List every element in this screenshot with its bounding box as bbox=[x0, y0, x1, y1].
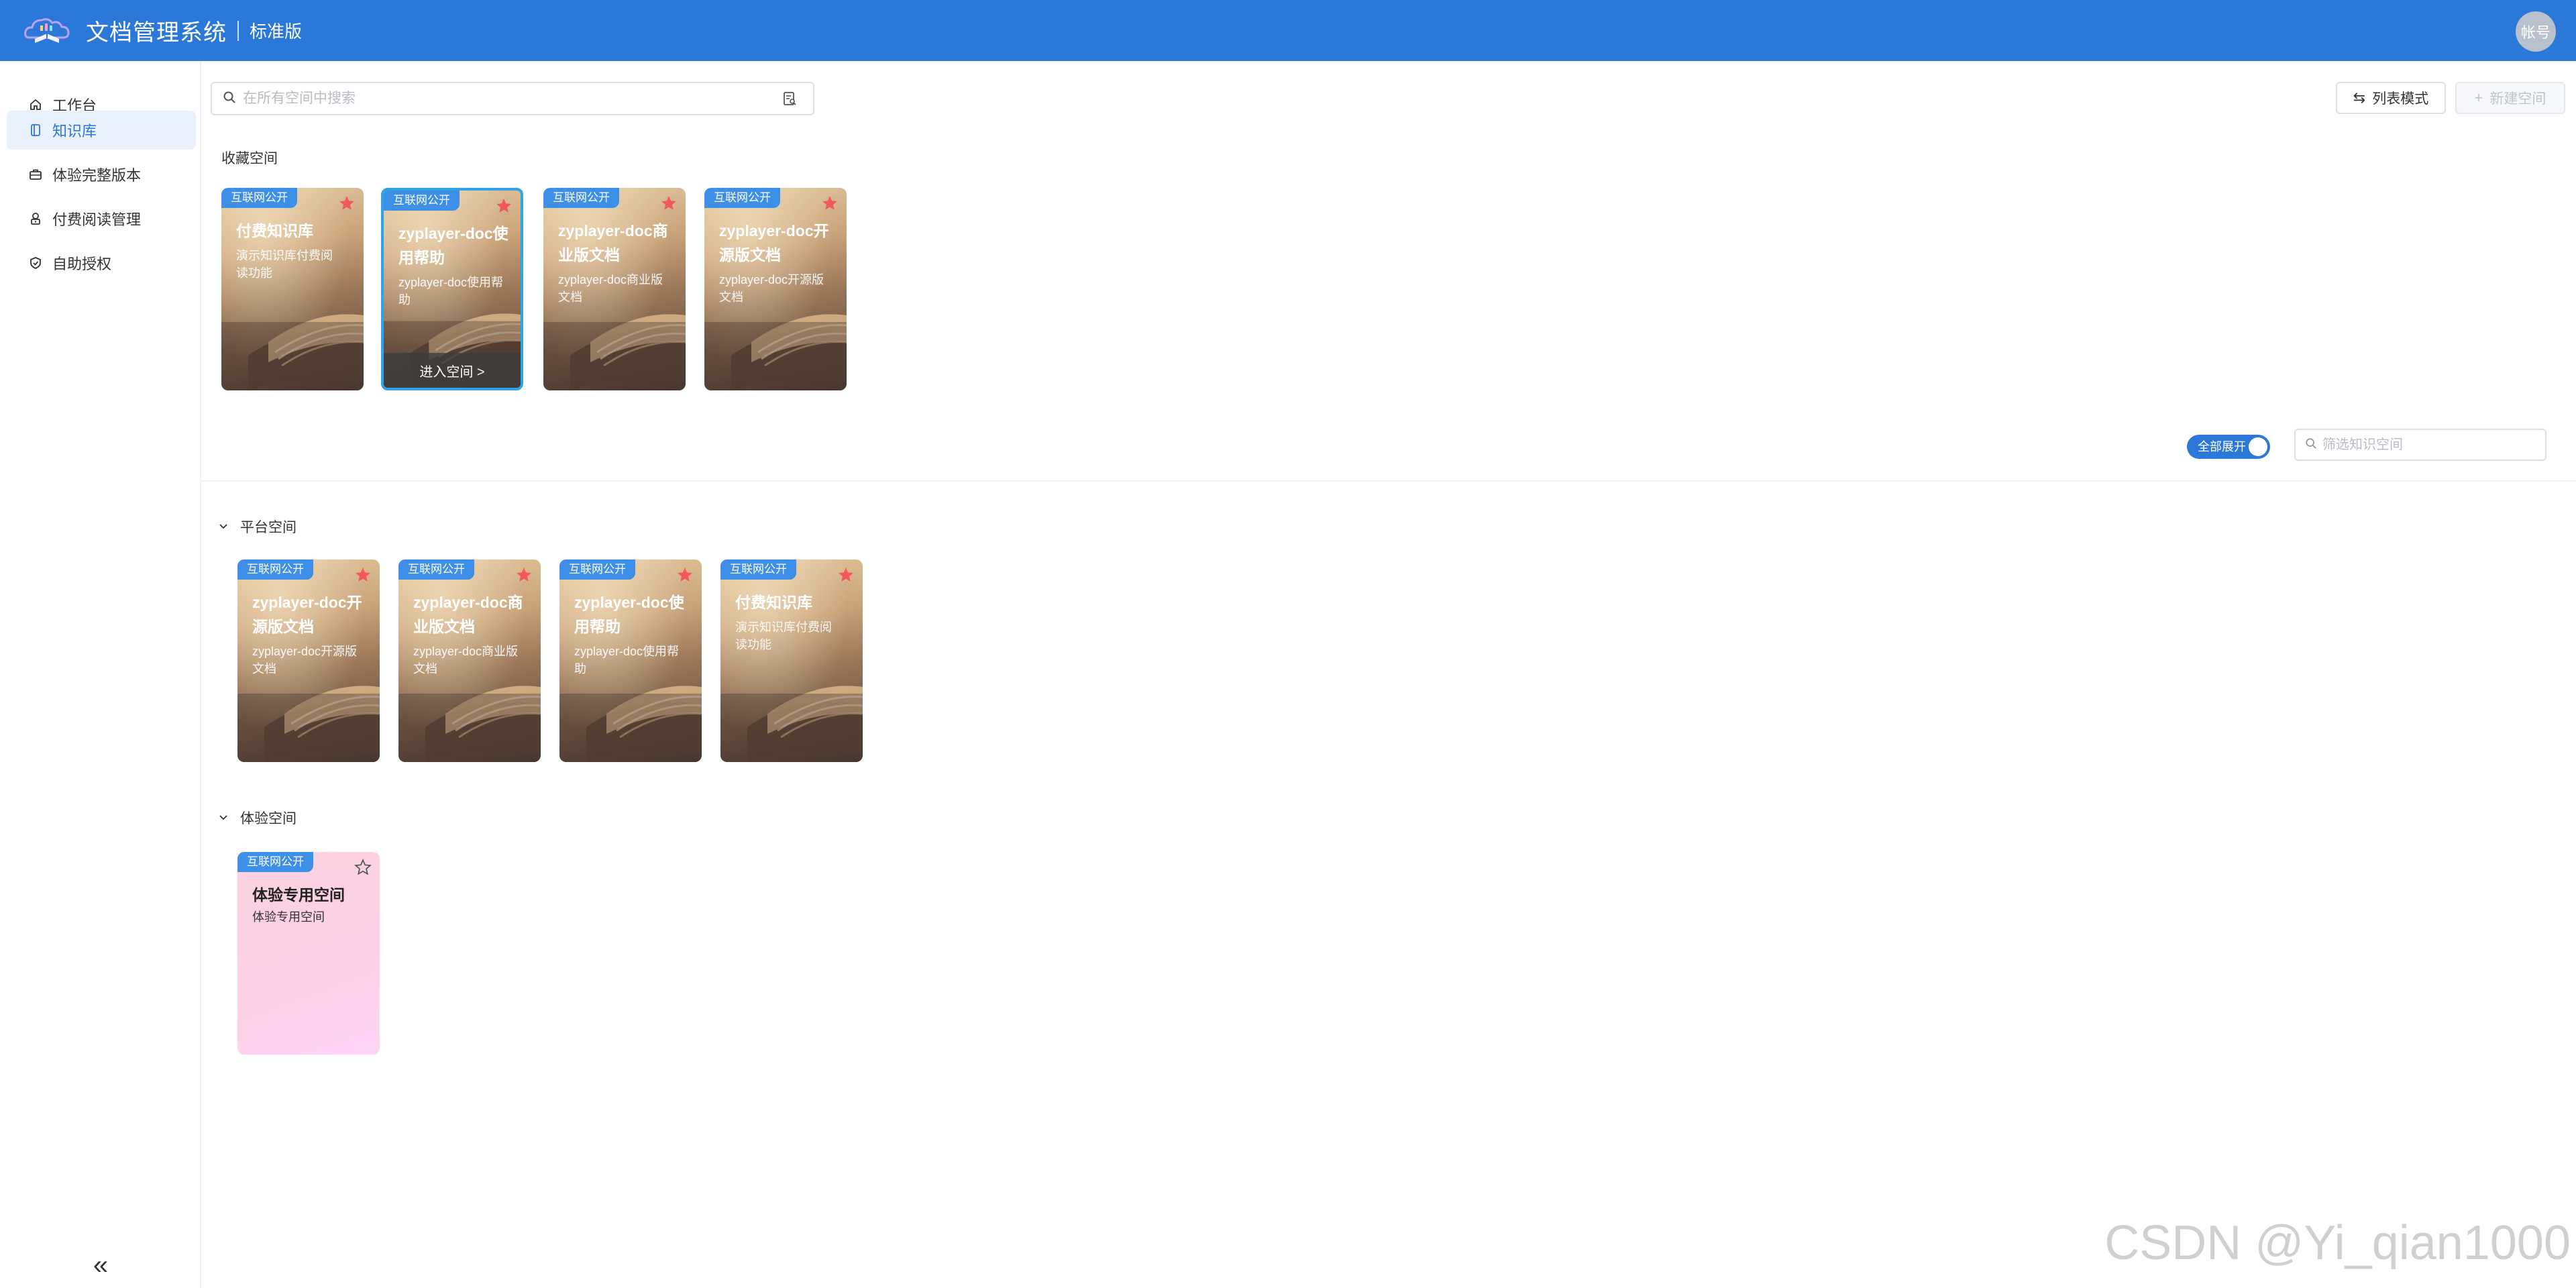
swap-icon: ⇆ bbox=[2353, 89, 2366, 106]
title-divider bbox=[237, 20, 239, 41]
card-description: zyplayer-doc使用帮助 bbox=[574, 645, 680, 676]
star-filled-icon[interactable] bbox=[837, 566, 855, 584]
space-card[interactable]: 互联网公开 zyplayer-doc开源版文档 zyplayer-doc开源版文档 bbox=[237, 559, 380, 762]
new-space-button[interactable]: + 新建空间 bbox=[2455, 82, 2565, 114]
sidebar-item-label: 知识库 bbox=[52, 123, 97, 140]
star-filled-icon[interactable] bbox=[354, 566, 372, 584]
card-description: zyplayer-doc商业版文档 bbox=[558, 273, 663, 304]
sidebar-item-label: 自助授权 bbox=[52, 256, 112, 272]
plus-icon: + bbox=[2474, 89, 2483, 106]
public-badge: 互联网公开 bbox=[559, 559, 635, 580]
favorites-title: 收藏空间 bbox=[221, 151, 278, 166]
card-title: 付费知识库 bbox=[735, 594, 812, 611]
search-icon bbox=[2305, 437, 2317, 453]
space-card[interactable]: 互联网公开付费知识库演示知识库付费阅读功能 bbox=[720, 559, 863, 762]
public-badge: 互联网公开 bbox=[221, 188, 297, 208]
space-card[interactable]: 互联网公开 zyplayer-doc商业版文档 zyplayer-doc商业版文档 bbox=[398, 559, 541, 762]
card-description: zyplayer-doc开源版文档 bbox=[252, 645, 358, 676]
list-mode-button[interactable]: ⇆ 列表模式 bbox=[2336, 82, 2446, 114]
card-description: zyplayer-doc使用帮助 bbox=[398, 276, 504, 307]
star-outline-icon[interactable] bbox=[354, 859, 372, 876]
sidebar: 工作台 知识库 体验完整版本 付费阅读管理 自助授权 « bbox=[0, 61, 201, 1288]
public-badge: 互联网公开 bbox=[237, 559, 313, 580]
star-filled-icon[interactable] bbox=[660, 195, 678, 212]
edition-label: 标准版 bbox=[250, 21, 303, 42]
public-badge: 互联网公开 bbox=[237, 852, 313, 872]
briefcase-icon bbox=[28, 167, 43, 182]
advanced-search-icon[interactable] bbox=[780, 89, 800, 109]
sidebar-item-paid-reading[interactable]: 付费阅读管理 bbox=[7, 199, 196, 238]
search-icon bbox=[223, 91, 236, 107]
chevron-down-icon bbox=[216, 810, 231, 825]
group-title: 平台空间 bbox=[240, 520, 297, 535]
app-title: 文档管理系统 bbox=[86, 20, 227, 46]
group-header-trial[interactable]: 体验空间 bbox=[216, 808, 297, 828]
space-card[interactable]: 互联网公开付费知识库演示知识库付费阅读功能 bbox=[221, 188, 364, 390]
public-badge: 互联网公开 bbox=[384, 191, 460, 211]
sidebar-item-label: 付费阅读管理 bbox=[52, 211, 142, 228]
sidebar-item-knowledge-base[interactable]: 知识库 bbox=[7, 111, 196, 150]
group-title: 体验空间 bbox=[240, 811, 297, 826]
group-header-platform[interactable]: 平台空间 bbox=[216, 517, 297, 537]
new-space-label: 新建空间 bbox=[2489, 91, 2546, 107]
collapse-sidebar-icon[interactable]: « bbox=[87, 1250, 114, 1280]
home-icon bbox=[28, 97, 43, 112]
star-filled-icon[interactable] bbox=[821, 195, 839, 212]
public-badge: 互联网公开 bbox=[543, 188, 619, 208]
space-card[interactable]: 互联网公开 zyplayer-doc商业版文档 zyplayer-doc商业版文档 bbox=[543, 188, 686, 390]
watermark: CSDN @Yi_qian1000 bbox=[2104, 1216, 2571, 1270]
space-card[interactable]: 互联网公开 zyplayer-doc使用帮助 zyplayer-doc使用帮助 bbox=[559, 559, 702, 762]
list-mode-label: 列表模式 bbox=[2372, 91, 2429, 107]
filter-box bbox=[2294, 429, 2546, 461]
enter-space-button[interactable]: 进入空间 > bbox=[384, 353, 521, 388]
card-title: zyplayer-doc商业版文档 bbox=[413, 594, 523, 635]
search-input[interactable] bbox=[243, 91, 780, 107]
star-filled-icon[interactable] bbox=[515, 566, 533, 584]
card-title: 付费知识库 bbox=[236, 222, 313, 239]
star-filled-icon[interactable] bbox=[338, 195, 356, 212]
public-badge: 互联网公开 bbox=[398, 559, 474, 580]
toggle-label: 全部展开 bbox=[2198, 440, 2246, 453]
card-title: zyplayer-doc开源版文档 bbox=[252, 594, 362, 635]
space-card[interactable]: 互联网公开 体验专用空间 体验专用空间 bbox=[237, 852, 380, 1055]
shield-check-icon bbox=[28, 256, 43, 270]
card-title: 体验专用空间 bbox=[252, 886, 345, 904]
card-description: 体验专用空间 bbox=[252, 910, 325, 924]
sidebar-item-full-version[interactable]: 体验完整版本 bbox=[7, 155, 196, 194]
card-description: zyplayer-doc开源版文档 bbox=[719, 273, 824, 304]
star-filled-icon[interactable] bbox=[495, 197, 513, 215]
public-badge: 互联网公开 bbox=[704, 188, 780, 208]
expand-all-toggle[interactable]: 全部展开 bbox=[2187, 435, 2270, 459]
chevron-down-icon bbox=[216, 519, 231, 534]
card-description: zyplayer-doc商业版文档 bbox=[413, 645, 519, 676]
space-card[interactable]: 互联网公开 zyplayer-doc使用帮助 zyplayer-doc使用帮助进入空… bbox=[381, 188, 523, 390]
sidebar-item-label: 体验完整版本 bbox=[52, 167, 142, 184]
filter-input[interactable] bbox=[2322, 437, 2545, 453]
card-description: 演示知识库付费阅读功能 bbox=[735, 621, 832, 651]
user-lock-icon bbox=[28, 211, 43, 226]
sidebar-item-self-auth[interactable]: 自助授权 bbox=[7, 244, 196, 282]
account-avatar[interactable]: 帐号 bbox=[2516, 11, 2556, 52]
card-title: zyplayer-doc使用帮助 bbox=[574, 594, 684, 635]
book-icon bbox=[28, 123, 43, 138]
card-title: zyplayer-doc使用帮助 bbox=[398, 225, 508, 266]
public-badge: 互联网公开 bbox=[720, 559, 796, 580]
card-description: 演示知识库付费阅读功能 bbox=[236, 249, 333, 280]
section-divider bbox=[201, 480, 2576, 482]
toggle-knob bbox=[2249, 437, 2267, 456]
space-card[interactable]: 互联网公开 zyplayer-doc开源版文档 zyplayer-doc开源版文档 bbox=[704, 188, 847, 390]
star-filled-icon[interactable] bbox=[676, 566, 694, 584]
cloud-book-logo-icon[interactable] bbox=[20, 11, 74, 51]
card-title: zyplayer-doc开源版文档 bbox=[719, 222, 829, 264]
space-search-box bbox=[211, 82, 814, 115]
card-title: zyplayer-doc商业版文档 bbox=[558, 222, 668, 264]
top-header: 文档管理系统 标准版 帐号 bbox=[0, 0, 2576, 61]
